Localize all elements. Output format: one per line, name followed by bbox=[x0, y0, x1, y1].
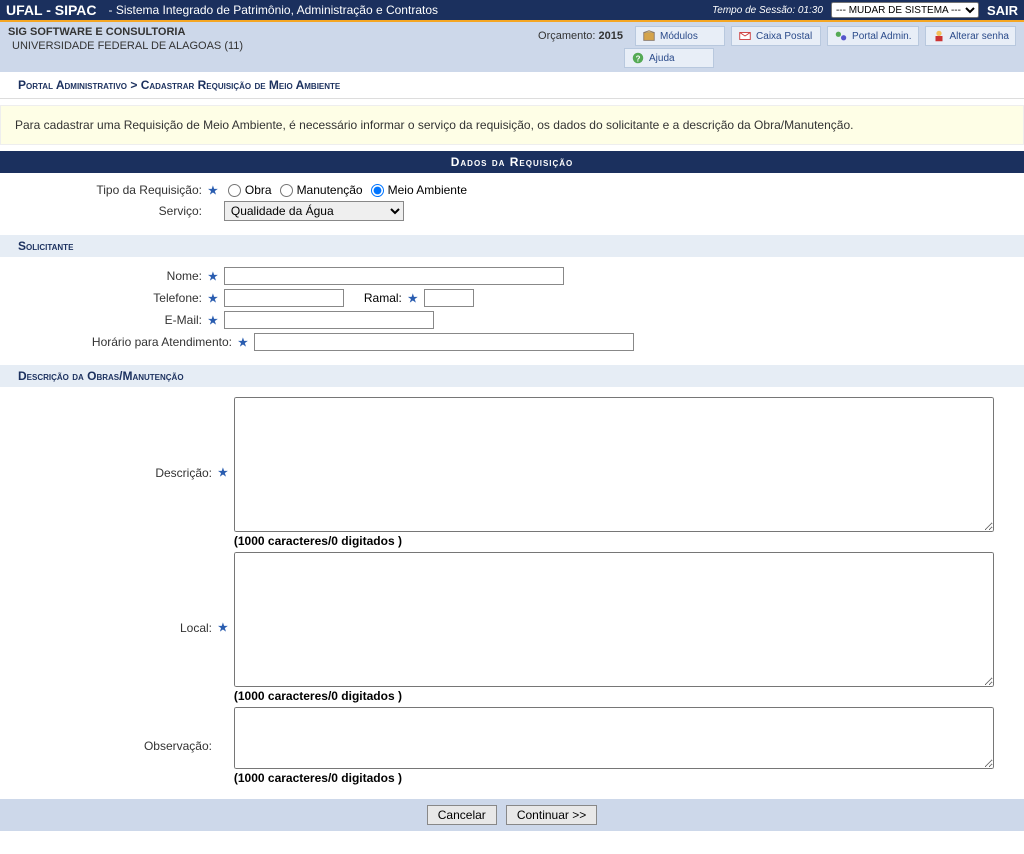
ramal-label: Ramal: bbox=[364, 291, 408, 305]
form-descricao: Descrição: ★ (1000 caracteres/0 digitado… bbox=[0, 387, 1024, 799]
email-label: E-Mail: bbox=[18, 313, 208, 327]
user-key-icon bbox=[932, 29, 946, 43]
required-star: ★ bbox=[218, 466, 228, 479]
required-star: ★ bbox=[208, 314, 218, 327]
tipo-radio-group: Obra Manutenção Meio Ambiente bbox=[224, 183, 467, 197]
help-icon: ? bbox=[631, 51, 645, 65]
ramal-input[interactable] bbox=[424, 289, 474, 307]
descricao-textarea[interactable] bbox=[234, 397, 994, 532]
orcamento-label: Orçamento: 2015 bbox=[538, 30, 623, 42]
required-star: ★ bbox=[408, 292, 418, 305]
required-star: ★ bbox=[208, 292, 218, 305]
descricao-header: Descrição da Obras/Manutenção bbox=[0, 365, 1024, 387]
session-label: Tempo de Sessão: 01:30 bbox=[712, 5, 823, 16]
section-header: Dados da Requisição bbox=[0, 151, 1024, 173]
telefone-input[interactable] bbox=[224, 289, 344, 307]
system-select[interactable]: --- MUDAR DE SISTEMA --- bbox=[831, 2, 979, 18]
required-star: ★ bbox=[208, 270, 218, 283]
radio-obra-label: Obra bbox=[245, 183, 272, 197]
caixa-postal-link[interactable]: Caixa Postal bbox=[731, 26, 821, 46]
telefone-label: Telefone: bbox=[18, 291, 208, 305]
radio-meio-ambiente-label: Meio Ambiente bbox=[388, 183, 467, 197]
local-textarea[interactable] bbox=[234, 552, 994, 687]
svg-text:?: ? bbox=[636, 55, 641, 64]
breadcrumb: Portal Administrativo > Cadastrar Requis… bbox=[0, 72, 1024, 99]
servico-select[interactable]: Qualidade da Água bbox=[224, 201, 404, 221]
form-solicitante: Nome: ★ Telefone: ★ Ramal: ★ E-Mail: ★ H… bbox=[0, 257, 1024, 365]
app-subtitle: - Sistema Integrado de Patrimônio, Admin… bbox=[109, 3, 713, 17]
solicitante-header: Solicitante bbox=[0, 235, 1024, 257]
continuar-button[interactable]: Continuar >> bbox=[506, 805, 597, 825]
local-counter: (1000 caracteres/0 digitados ) bbox=[234, 689, 994, 703]
mail-icon bbox=[738, 29, 752, 43]
nome-input[interactable] bbox=[224, 267, 564, 285]
required-star: ★ bbox=[238, 336, 248, 349]
radio-manutencao[interactable] bbox=[280, 184, 293, 197]
university-name: UNIVERSIDADE FEDERAL DE ALAGOAS (11) bbox=[8, 40, 538, 52]
descricao-counter: (1000 caracteres/0 digitados ) bbox=[234, 534, 994, 548]
email-input[interactable] bbox=[224, 311, 434, 329]
radio-meio-ambiente[interactable] bbox=[371, 184, 384, 197]
admin-icon bbox=[834, 29, 848, 43]
required-star: ★ bbox=[218, 621, 228, 634]
ajuda-link[interactable]: ? Ajuda bbox=[624, 48, 714, 68]
radio-obra[interactable] bbox=[228, 184, 241, 197]
button-bar: Cancelar Continuar >> bbox=[0, 799, 1024, 831]
info-bar: SIG SOFTWARE E CONSULTORIA UNIVERSIDADE … bbox=[0, 22, 1024, 72]
alterar-senha-link[interactable]: Alterar senha bbox=[925, 26, 1016, 46]
logout-link[interactable]: SAIR bbox=[987, 3, 1018, 18]
observacao-counter: (1000 caracteres/0 digitados ) bbox=[234, 771, 994, 785]
app-title: UFAL - SIPAC bbox=[6, 2, 97, 18]
form-requisicao: Tipo da Requisição: ★ Obra Manutenção Me… bbox=[0, 173, 1024, 235]
nome-label: Nome: bbox=[18, 269, 208, 283]
servico-label: Serviço: bbox=[18, 204, 208, 218]
required-star: ★ bbox=[208, 184, 218, 197]
instruction-text: Para cadastrar uma Requisição de Meio Am… bbox=[0, 105, 1024, 145]
top-bar: UFAL - SIPAC - Sistema Integrado de Patr… bbox=[0, 0, 1024, 22]
horario-input[interactable] bbox=[254, 333, 634, 351]
portal-admin-link[interactable]: Portal Admin. bbox=[827, 26, 918, 46]
org-name: SIG SOFTWARE E CONSULTORIA bbox=[8, 26, 538, 38]
horario-label: Horário para Atendimento: bbox=[18, 335, 238, 349]
modulos-link[interactable]: Módulos bbox=[635, 26, 725, 46]
descricao-label: Descrição: bbox=[18, 466, 218, 480]
radio-manutencao-label: Manutenção bbox=[297, 183, 363, 197]
observacao-textarea[interactable] bbox=[234, 707, 994, 769]
box-icon bbox=[642, 29, 656, 43]
local-label: Local: bbox=[18, 621, 218, 635]
observacao-label: Observação: bbox=[18, 739, 218, 753]
cancelar-button[interactable]: Cancelar bbox=[427, 805, 497, 825]
tipo-label: Tipo da Requisição: bbox=[18, 183, 208, 197]
